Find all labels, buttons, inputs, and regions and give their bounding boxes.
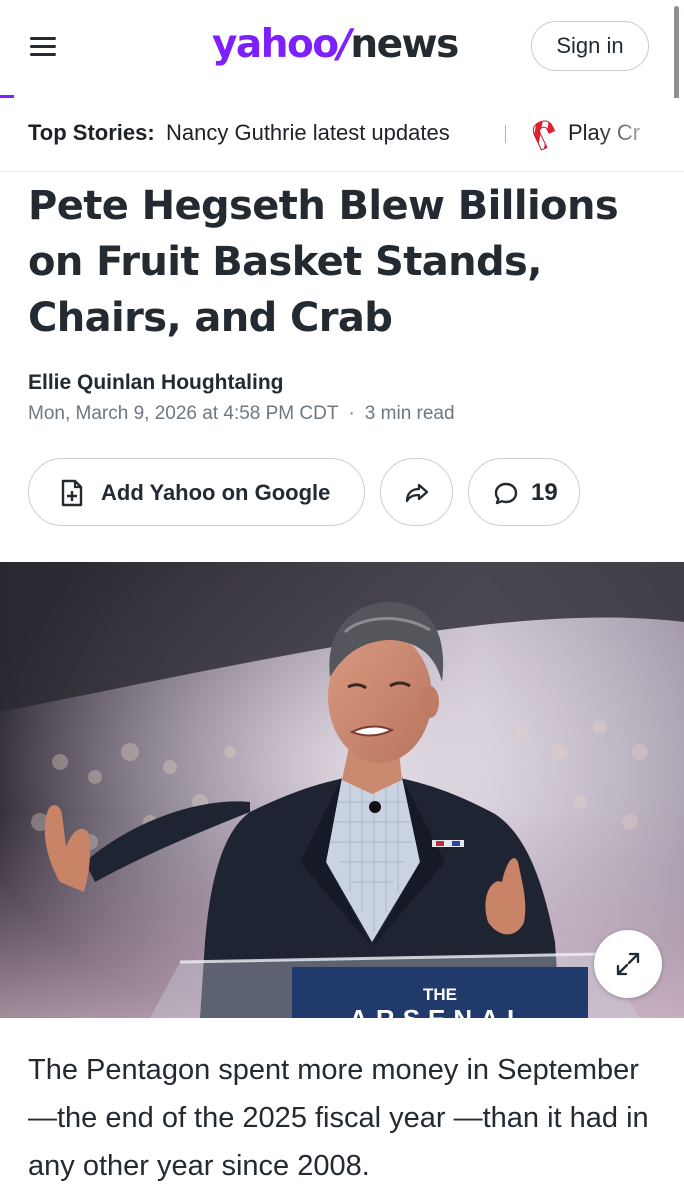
page-scrollbar[interactable]	[674, 6, 679, 101]
candy-cane-icon	[530, 117, 560, 151]
yahoo-news-logo[interactable]: yahoo/news	[212, 22, 459, 68]
add-yahoo-on-google-button[interactable]: Add Yahoo on Google	[28, 458, 365, 526]
site-header: yahoo/news Sign in	[0, 0, 684, 96]
share-button[interactable]	[380, 458, 453, 526]
logo-news-text: news	[350, 22, 459, 67]
comment-bubble-icon	[494, 482, 518, 505]
ticker-fade	[594, 98, 684, 171]
ticker-divider	[505, 125, 506, 143]
top-stories-label: Top Stories:	[28, 120, 155, 145]
hero-photo[interactable]: THE ARSENAL	[0, 562, 684, 1018]
meta-separator: ·	[348, 403, 355, 424]
menu-icon-bar	[30, 45, 56, 48]
menu-button[interactable]	[28, 34, 60, 60]
article-meta: Mon, March 9, 2026 at 4:58 PM CDT · 3 min …	[28, 403, 455, 425]
expand-arrows-icon	[616, 952, 640, 976]
publish-date: Mon, March 9, 2026 at 4:58 PM CDT	[28, 403, 339, 424]
add-yahoo-label: Add Yahoo on Google	[101, 480, 331, 505]
expand-image-button[interactable]	[594, 930, 662, 998]
article-title: Pete Hegseth Blew Billions on Fruit Bask…	[28, 183, 619, 341]
author-name[interactable]: Ellie Quinlan Houghtaling	[28, 371, 284, 395]
menu-icon-bar	[30, 37, 56, 40]
logo-yahoo-text: yahoo	[212, 22, 339, 67]
sign-in-button[interactable]: Sign in	[531, 21, 649, 71]
podium-label-2: ARSENAL	[349, 1004, 531, 1018]
logo-bang-text: /	[337, 22, 352, 67]
article-body-paragraph: The Pentagon spent more money in Septemb…	[28, 1054, 649, 1182]
read-time: 3 min read	[364, 403, 455, 424]
hero-photo-illustration: THE ARSENAL	[0, 562, 684, 1018]
top-story-link[interactable]: Nancy Guthrie latest updates	[166, 120, 450, 146]
document-plus-icon	[61, 479, 83, 507]
top-stories-ticker: Top Stories: Nancy Guthrie latest update…	[0, 98, 684, 172]
menu-icon-bar	[30, 53, 56, 56]
comment-count: 19	[531, 479, 558, 506]
share-arrow-icon	[405, 483, 429, 503]
podium-label: THE	[423, 985, 457, 1004]
comments-button[interactable]: 19	[468, 458, 580, 526]
